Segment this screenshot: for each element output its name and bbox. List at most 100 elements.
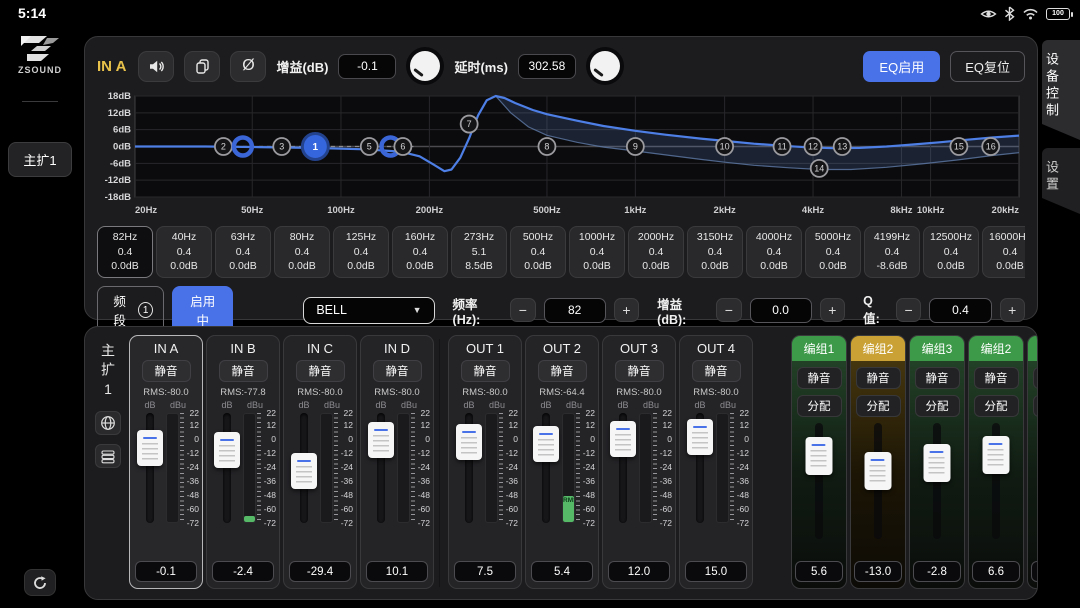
- channel-strip-in-a[interactable]: IN A静音RMS:-80.0dBdBu22120-12-24-36-48-60…: [129, 335, 203, 589]
- q-minus-button[interactable]: −: [896, 298, 921, 322]
- fader-handle[interactable]: [368, 422, 394, 458]
- eq-point-16[interactable]: 16: [982, 138, 999, 155]
- channel-strip-out-4[interactable]: OUT 4静音RMS:-80.0dBdBu22120-12-24-36-48-6…: [679, 335, 753, 589]
- group-strip-4[interactable]: 编组2静音分配6.6: [968, 335, 1024, 589]
- channel-strip-in-c[interactable]: IN C静音RMS:-80.0dBdBu22120-12-24-36-48-60…: [283, 335, 357, 589]
- band-cell-14[interactable]: 4199Hz0.4-8.6dB: [864, 226, 920, 278]
- eq-point-5[interactable]: 5: [361, 138, 378, 155]
- freq-minus-button[interactable]: −: [510, 298, 535, 322]
- eq-point-15[interactable]: 15: [950, 138, 967, 155]
- band-cell-3[interactable]: 63Hz0.40.0dB: [215, 226, 271, 278]
- fader-value[interactable]: 5.4: [531, 561, 593, 582]
- eq-point-13[interactable]: 13: [834, 138, 851, 155]
- band-cell-2[interactable]: 40Hz0.40.0dB: [156, 226, 212, 278]
- group-fader-handle[interactable]: [924, 444, 951, 482]
- group-fader-value[interactable]: -2.8: [913, 561, 961, 582]
- band-cell-6[interactable]: 160Hz0.40.0dB: [392, 226, 448, 278]
- group-strip-3[interactable]: 编组3静音分配-2.8: [909, 335, 965, 589]
- eq-reset-button[interactable]: EQ复位: [950, 51, 1025, 82]
- fader-handle[interactable]: [137, 430, 163, 466]
- group-fader-value[interactable]: [1031, 561, 1038, 582]
- group-fader-handle[interactable]: [806, 437, 833, 475]
- group-fader-value[interactable]: 5.6: [795, 561, 843, 582]
- fader-handle[interactable]: [533, 426, 559, 462]
- filter-type-select[interactable]: BELL ▼: [303, 297, 434, 324]
- group-fader-handle[interactable]: [983, 436, 1010, 474]
- group-assign-button[interactable]: 分配: [856, 395, 901, 417]
- channel-strip-out-1[interactable]: OUT 1静音RMS:-80.0dBdBu22120-12-24-36-48-6…: [448, 335, 522, 589]
- eq-point-6[interactable]: 6: [394, 138, 411, 155]
- mute-button[interactable]: 静音: [219, 360, 268, 382]
- freq-input[interactable]: 82: [544, 298, 606, 323]
- eq-point-7[interactable]: 7: [461, 116, 478, 133]
- eq-point-1[interactable]: 1: [302, 134, 328, 160]
- band-cell-10[interactable]: 2000Hz0.40.0dB: [628, 226, 684, 278]
- gain-knob[interactable]: [406, 47, 444, 85]
- fader-value[interactable]: -0.1: [135, 561, 197, 582]
- gain-minus-button[interactable]: −: [716, 298, 741, 322]
- mute-button[interactable]: 静音: [373, 360, 422, 382]
- fader-value[interactable]: 10.1: [366, 561, 428, 582]
- eq-point-8[interactable]: 8: [538, 138, 555, 155]
- fader-handle[interactable]: [291, 453, 317, 489]
- fader-value[interactable]: -2.4: [212, 561, 274, 582]
- band-cell-11[interactable]: 3150Hz0.40.0dB: [687, 226, 743, 278]
- eq-enable-button[interactable]: EQ启用: [863, 51, 940, 82]
- freq-plus-button[interactable]: +: [614, 298, 639, 322]
- eq-graph[interactable]: 18dB12dB6dB0dB-6dB-12dB-18dB20Hz50Hz100H…: [97, 91, 1025, 219]
- group-mute-button[interactable]: 静音: [915, 367, 960, 389]
- mute-button[interactable]: 静音: [692, 360, 741, 382]
- gain-plus-button[interactable]: +: [820, 298, 845, 322]
- q-input[interactable]: 0.4: [929, 298, 991, 323]
- mute-button[interactable]: 静音: [142, 360, 191, 382]
- group-assign-button[interactable]: 分配: [915, 395, 960, 417]
- eq-point-10[interactable]: 10: [716, 138, 733, 155]
- fader-handle[interactable]: [687, 419, 713, 455]
- fader-handle[interactable]: [610, 421, 636, 457]
- copy-settings-button[interactable]: [184, 51, 220, 82]
- mute-button[interactable]: 静音: [538, 360, 587, 382]
- device-preset-button[interactable]: 主扩1: [8, 142, 71, 177]
- group-assign-button[interactable]: 分配: [1033, 395, 1039, 417]
- channel-strip-in-b[interactable]: IN B静音RMS:-77.8dBdBu22120-12-24-36-48-60…: [206, 335, 280, 589]
- eq-point-2[interactable]: 2: [215, 138, 232, 155]
- band-cell-7[interactable]: 273Hz5.18.5dB: [451, 226, 507, 278]
- fader-value[interactable]: 12.0: [608, 561, 670, 582]
- mute-button[interactable]: 静音: [296, 360, 345, 382]
- eq-point-9[interactable]: 9: [627, 138, 644, 155]
- band-cell-12[interactable]: 4000Hz0.40.0dB: [746, 226, 802, 278]
- channel-strip-out-2[interactable]: OUT 2静音RMS:-64.4dBdBuRMS22120-12-24-36-4…: [525, 335, 599, 589]
- band-cell-13[interactable]: 5000Hz0.40.0dB: [805, 226, 861, 278]
- group-strip-2[interactable]: 编组2静音分配-13.0: [850, 335, 906, 589]
- group-mute-button[interactable]: 静音: [856, 367, 901, 389]
- gain-input[interactable]: -0.1: [338, 54, 396, 79]
- channel-strip-in-d[interactable]: IN D静音RMS:-80.0dBdBu22120-12-24-36-48-60…: [360, 335, 434, 589]
- eq-point-14[interactable]: 14: [811, 160, 828, 177]
- group-fader-value[interactable]: 6.6: [972, 561, 1020, 582]
- band-cell-5[interactable]: 125Hz0.40.0dB: [333, 226, 389, 278]
- fader-handle[interactable]: [456, 424, 482, 460]
- channel-strip-out-3[interactable]: OUT 3静音RMS:-80.0dBdBu22120-12-24-36-48-6…: [602, 335, 676, 589]
- group-mute-button[interactable]: 静音: [797, 367, 842, 389]
- group-mute-button[interactable]: 静音: [1033, 367, 1039, 389]
- fader-value[interactable]: -29.4: [289, 561, 351, 582]
- delay-input[interactable]: 302.58: [518, 54, 576, 79]
- band-gain-input[interactable]: 0.0: [750, 298, 812, 323]
- group-strip-5[interactable]: 编组静音分配: [1027, 335, 1038, 589]
- mute-button[interactable]: 静音: [461, 360, 510, 382]
- eq-point-12[interactable]: 12: [805, 138, 822, 155]
- mute-toggle-button[interactable]: [138, 51, 174, 82]
- eq-point-3[interactable]: 3: [273, 138, 290, 155]
- band-cell-4[interactable]: 80Hz0.40.0dB: [274, 226, 330, 278]
- group-mute-button[interactable]: 静音: [974, 367, 1019, 389]
- group-fader-handle[interactable]: [865, 452, 892, 490]
- group-assign-button[interactable]: 分配: [974, 395, 1019, 417]
- fader-value[interactable]: 15.0: [685, 561, 747, 582]
- band-cell-1[interactable]: 82Hz0.40.0dB: [97, 226, 153, 278]
- delay-knob[interactable]: [586, 47, 624, 85]
- fader-value[interactable]: 7.5: [454, 561, 516, 582]
- fader-handle[interactable]: [214, 432, 240, 468]
- tab-settings[interactable]: 设置: [1042, 148, 1080, 214]
- q-plus-button[interactable]: +: [1000, 298, 1025, 322]
- band-cell-9[interactable]: 1000Hz0.40.0dB: [569, 226, 625, 278]
